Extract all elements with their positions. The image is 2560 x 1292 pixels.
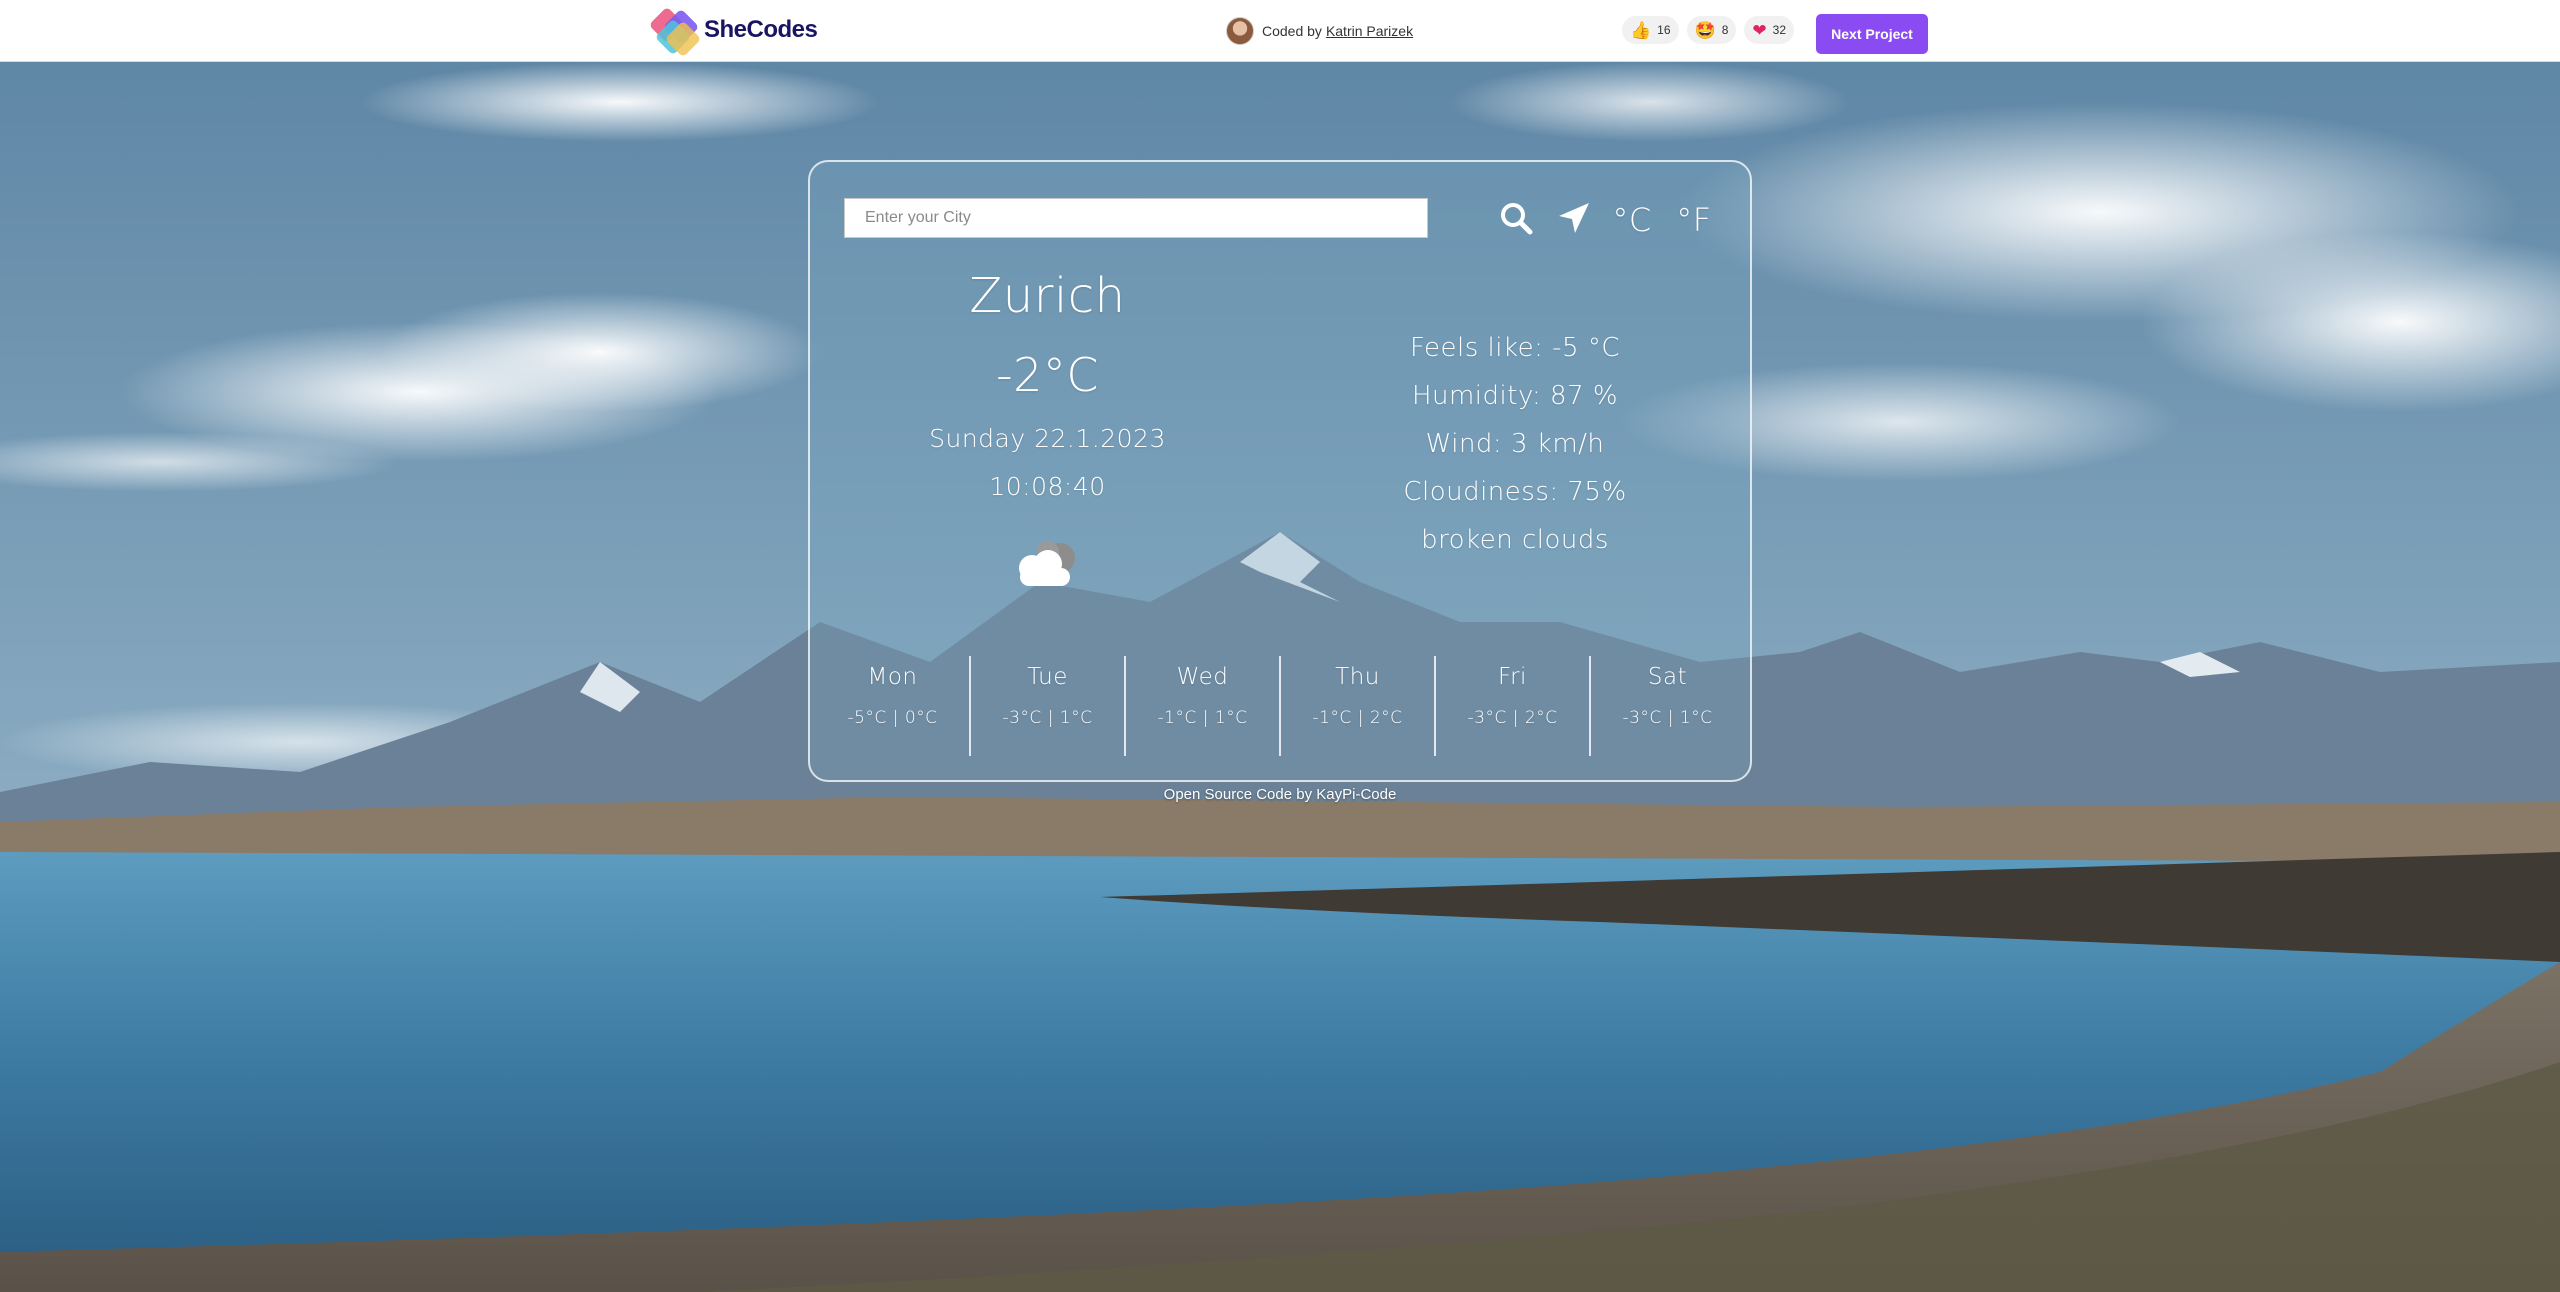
reaction-count: 32 <box>1772 23 1786 37</box>
cloudiness: Cloudiness: 75% <box>1403 477 1627 507</box>
reaction-thumbs-up[interactable]: 👍 16 <box>1622 16 1679 44</box>
wind-speed: Wind: 3 km/h <box>1425 429 1605 459</box>
forecast-day: Wed -1°C | 1°C <box>1124 656 1279 756</box>
forecast-day: Thu -1°C | 2°C <box>1279 656 1434 756</box>
cloud-icon <box>1019 541 1075 586</box>
heart-icon: ❤ <box>1752 20 1767 40</box>
reaction-star-struck[interactable]: 🤩 8 <box>1686 16 1737 44</box>
reactions: 👍 16 🤩 8 ❤ 32 <box>1622 16 1794 44</box>
weather-details: Feels like: -5 °C Humidity: 87 % Wind: 3… <box>1280 324 1750 564</box>
forecast-day: Fri -3°C | 2°C <box>1434 656 1589 756</box>
weather-card: °C °F Zurich -2°C Sunday 22.1.2023 10:08… <box>808 160 1752 782</box>
current-temperature: -2°C <box>996 348 1099 402</box>
current-location-button[interactable] <box>1552 196 1596 240</box>
reaction-heart[interactable]: ❤ 32 <box>1744 16 1794 44</box>
forecast-range: -3°C | 1°C <box>1622 708 1713 728</box>
celsius-toggle[interactable]: °C <box>1610 198 1654 242</box>
open-source-link[interactable]: Open Source Code by KayPi-Code <box>1160 786 1400 803</box>
forecast-day: Tue -3°C | 1°C <box>969 656 1124 756</box>
search-button[interactable] <box>1494 196 1538 240</box>
author-credit: Coded by Katrin Parizek <box>1226 16 1413 46</box>
logo-icon <box>648 6 702 58</box>
forecast-day-name: Tue <box>1027 664 1068 690</box>
forecast-day: Sat -3°C | 1°C <box>1589 656 1744 756</box>
forecast-day-name: Wed <box>1176 664 1229 690</box>
city-name: Zurich <box>969 268 1126 324</box>
fahrenheit-toggle[interactable]: °F <box>1672 198 1716 242</box>
forecast-day: Mon -5°C | 0°C <box>816 656 969 756</box>
forecast-day-name: Thu <box>1335 664 1380 690</box>
current-date: Sunday 22.1.2023 <box>929 424 1166 453</box>
shecodes-logo[interactable]: SheCodes <box>648 6 818 58</box>
forecast-day-name: Sat <box>1647 664 1688 690</box>
top-bar: SheCodes Coded by Katrin Parizek 👍 16 🤩 … <box>0 0 2560 62</box>
avatar <box>1226 17 1254 45</box>
reaction-count: 8 <box>1721 23 1729 37</box>
next-project-button[interactable]: Next Project <box>1816 14 1928 54</box>
forecast-day-name: Fri <box>1498 664 1527 690</box>
author-link[interactable]: Katrin Parizek <box>1326 23 1413 39</box>
coded-by-label: Coded by <box>1262 23 1322 39</box>
search-icon <box>1501 203 1533 235</box>
forecast-range: -3°C | 1°C <box>1002 708 1093 728</box>
location-arrow-icon <box>1559 203 1589 233</box>
forecast-row: Mon -5°C | 0°C Tue -3°C | 1°C Wed -1°C |… <box>810 656 1750 756</box>
weather-description: broken clouds <box>1421 525 1609 555</box>
star-struck-icon: 🤩 <box>1694 20 1716 40</box>
current-time: 10:08:40 <box>989 472 1106 501</box>
forecast-range: -5°C | 0°C <box>847 708 938 728</box>
thumbs-up-icon: 👍 <box>1630 20 1652 40</box>
reaction-count: 16 <box>1657 23 1671 37</box>
forecast-range: -1°C | 2°C <box>1312 708 1403 728</box>
humidity: Humidity: 87 % <box>1411 381 1619 411</box>
feels-like: Feels like: -5 °C <box>1410 333 1620 363</box>
brand-name: SheCodes <box>704 16 818 43</box>
forecast-range: -3°C | 2°C <box>1467 708 1558 728</box>
city-search-input[interactable] <box>844 198 1428 238</box>
forecast-day-name: Mon <box>867 664 918 690</box>
forecast-range: -1°C | 1°C <box>1157 708 1248 728</box>
